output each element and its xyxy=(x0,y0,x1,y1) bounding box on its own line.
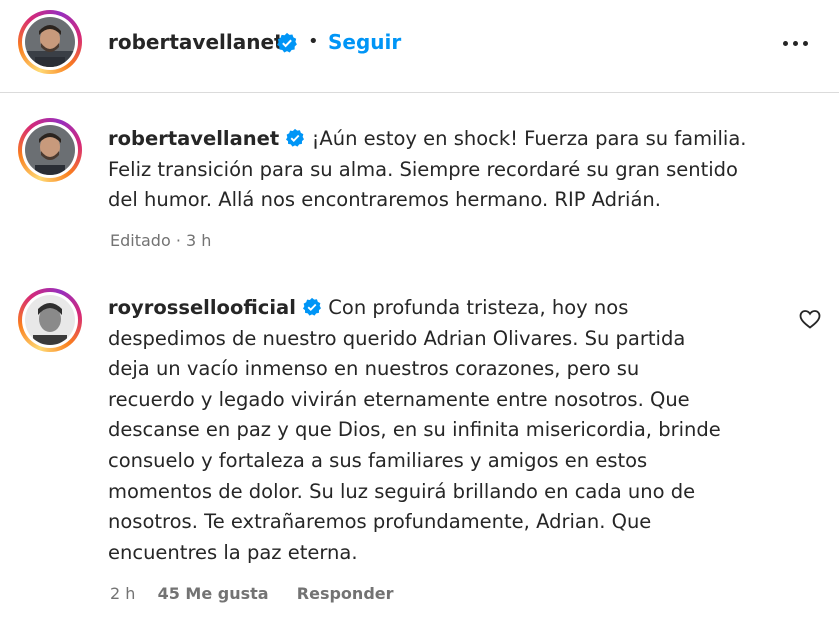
avatar-photo xyxy=(25,295,75,345)
avatar-photo xyxy=(25,125,75,175)
verified-badge-icon xyxy=(286,128,305,147)
header-avatar[interactable] xyxy=(18,10,82,74)
header-separator: • xyxy=(308,31,319,52)
avatar-photo xyxy=(25,17,75,67)
comment-body: royrossellooficial Con profunda tristeza… xyxy=(108,293,721,568)
comment-text-line: del humor. Allá nos encontraremos herman… xyxy=(108,188,661,212)
comment-text-line: despedimos de nuestro querido Adrian Oli… xyxy=(108,326,686,350)
comment-text-line: deja un vacío inmenso en nuestros corazo… xyxy=(108,357,640,381)
comment-text-line: nosotros. Te extrañaremos profundamente,… xyxy=(108,510,652,534)
more-options-icon[interactable] xyxy=(778,28,814,58)
comment-avatar[interactable] xyxy=(18,288,82,352)
comment-line: robertavellanet ¡Aún estoy en shock! Fue… xyxy=(108,124,747,155)
comment-username[interactable]: royrossellooficial xyxy=(108,296,296,319)
comment-text-line: consuelo y fortaleza a sus familiares y … xyxy=(108,448,648,472)
verified-badge-icon xyxy=(277,32,297,53)
header-username[interactable]: robertavellanet xyxy=(108,30,284,54)
post-header: robertavellanet • Seguir xyxy=(0,0,839,93)
comment-meta: Editado · 3 h xyxy=(110,231,212,250)
comment-text-line: encuentres la paz eterna. xyxy=(108,540,358,564)
comment-actions: 2 h 45 Me gusta Responder xyxy=(110,584,394,603)
comment-avatar[interactable] xyxy=(18,118,82,182)
reply-button[interactable]: Responder xyxy=(297,584,394,603)
likes-count-button[interactable]: 45 Me gusta xyxy=(158,584,269,603)
verified-badge-icon xyxy=(303,297,322,316)
comment-text-line: descanse en paz y que Dios, en su infini… xyxy=(108,418,721,442)
comment-text-line: ¡Aún estoy en shock! Fuerza para su fami… xyxy=(311,127,747,150)
comment-line: royrossellooficial Con profunda tristeza… xyxy=(108,293,721,324)
heart-outline-icon[interactable] xyxy=(798,307,822,331)
comment-text-line: recuerdo y legado vivirán eternamente en… xyxy=(108,387,690,411)
comment-username[interactable]: robertavellanet xyxy=(108,127,279,150)
comment-text-line: Con profunda tristeza, hoy nos xyxy=(328,296,629,319)
comment-text-line: momentos de dolor. Su luz seguirá brilla… xyxy=(108,479,696,503)
comment-body: robertavellanet ¡Aún estoy en shock! Fue… xyxy=(108,124,747,216)
follow-button[interactable]: Seguir xyxy=(328,30,401,54)
comment-time: 2 h xyxy=(110,584,136,603)
comment-text-line: Feliz transición para su alma. Siempre r… xyxy=(108,157,738,181)
